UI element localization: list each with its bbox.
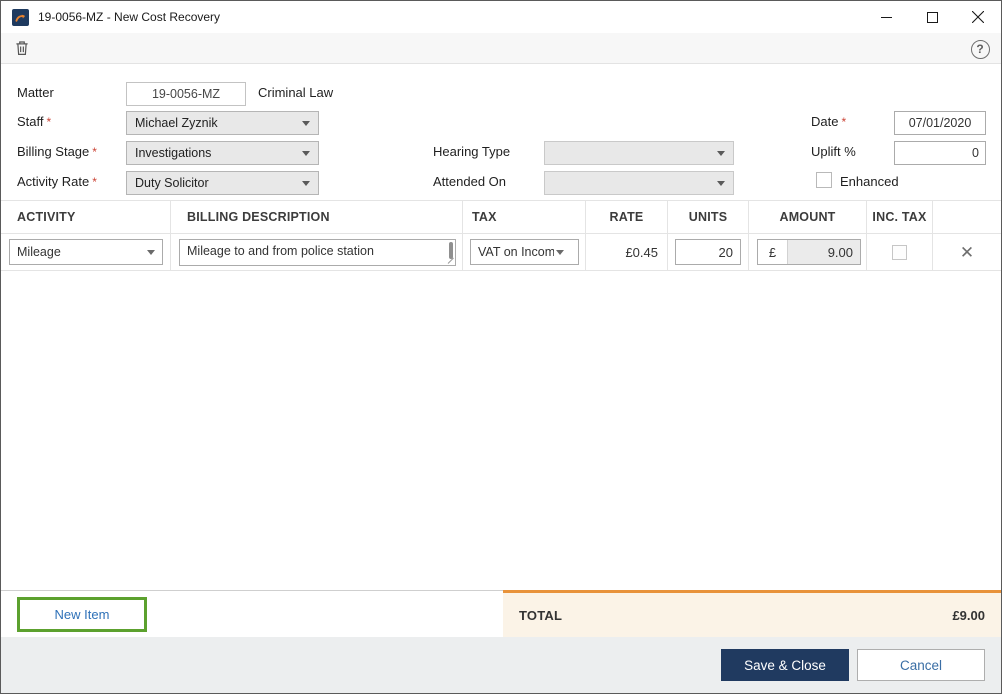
inc-tax-cell bbox=[867, 234, 933, 270]
activity-rate-label: Activity Rate * bbox=[17, 174, 97, 189]
chevron-down-icon bbox=[556, 249, 564, 255]
new-item-area: New Item bbox=[1, 590, 503, 637]
amount-field: £ bbox=[757, 239, 861, 265]
staff-label-text: Staff bbox=[17, 114, 44, 129]
header-actions bbox=[933, 201, 1001, 233]
header-inc-tax: INC. TAX bbox=[867, 201, 933, 233]
tax-dropdown[interactable]: VAT on Income bbox=[470, 239, 579, 265]
billing-stage-label-text: Billing Stage bbox=[17, 144, 90, 159]
footer-bar: Save & Close Cancel bbox=[1, 637, 1001, 693]
trash-icon bbox=[16, 41, 28, 55]
close-icon bbox=[972, 11, 984, 23]
activity-rate-label-text: Activity Rate bbox=[17, 174, 90, 189]
billing-description-field: Mileage to and from police station bbox=[179, 238, 456, 266]
staff-required-marker: * bbox=[46, 115, 52, 129]
chevron-down-icon bbox=[302, 180, 310, 186]
activity-dropdown[interactable]: Mileage bbox=[9, 239, 163, 265]
matter-input[interactable] bbox=[126, 82, 246, 106]
activity-rate-dropdown[interactable]: Duty Solicitor bbox=[126, 171, 319, 195]
attended-on-label: Attended On bbox=[433, 174, 506, 189]
minimize-icon bbox=[880, 16, 892, 18]
billing-stage-label: Billing Stage * bbox=[17, 144, 97, 159]
chevron-down-icon bbox=[147, 249, 155, 255]
hearing-type-label: Hearing Type bbox=[433, 144, 511, 159]
close-button[interactable] bbox=[955, 1, 1001, 33]
header-activity: ACTIVITY bbox=[1, 201, 171, 233]
date-required-marker: * bbox=[841, 115, 847, 129]
billing-stage-value: Investigations bbox=[135, 146, 212, 160]
form-area: Matter Criminal Law Staff* Michael Zyzni… bbox=[1, 64, 1001, 200]
window-title: 19-0056-MZ - New Cost Recovery bbox=[38, 10, 221, 24]
enhanced-checkbox[interactable] bbox=[816, 172, 832, 188]
date-input[interactable] bbox=[894, 111, 986, 135]
header-tax: TAX bbox=[463, 201, 586, 233]
activity-value: Mileage bbox=[17, 245, 61, 259]
staff-dropdown[interactable]: Michael Zyznik bbox=[126, 111, 319, 135]
dialog-window: 19-0056-MZ - New Cost Recovery ? Matter bbox=[0, 0, 1002, 694]
summary-row: New Item TOTAL £9.00 bbox=[1, 590, 1001, 637]
chevron-down-icon bbox=[717, 180, 725, 186]
header-rate: RATE bbox=[586, 201, 668, 233]
matter-type-label: Criminal Law bbox=[258, 85, 334, 100]
chevron-down-icon bbox=[302, 150, 310, 156]
maximize-button[interactable] bbox=[909, 1, 955, 33]
matter-label-text: Matter bbox=[17, 85, 54, 100]
billing-description-input[interactable]: Mileage to and from police station bbox=[180, 239, 455, 265]
staff-label: Staff * bbox=[17, 114, 51, 129]
currency-symbol: £ bbox=[758, 240, 788, 264]
chevron-down-icon bbox=[717, 150, 725, 156]
minimize-button[interactable] bbox=[863, 1, 909, 33]
delete-button[interactable] bbox=[7, 34, 37, 62]
amount-input[interactable] bbox=[788, 240, 860, 264]
total-value: £9.00 bbox=[952, 607, 985, 623]
date-label: Date * bbox=[811, 114, 846, 129]
activity-rate-required-marker: * bbox=[92, 175, 97, 189]
uplift-label: Uplift % bbox=[811, 144, 856, 159]
actions-cell: ✕ bbox=[933, 234, 1001, 270]
help-icon: ? bbox=[970, 39, 990, 59]
cancel-button[interactable]: Cancel bbox=[857, 649, 985, 681]
resize-grip-icon[interactable] bbox=[447, 257, 454, 264]
inc-tax-checkbox[interactable] bbox=[892, 244, 907, 260]
enhanced-label: Enhanced bbox=[840, 174, 899, 189]
save-and-close-button[interactable]: Save & Close bbox=[721, 649, 849, 681]
header-amount: AMOUNT bbox=[749, 201, 867, 233]
uplift-input[interactable] bbox=[894, 141, 986, 165]
matter-label: Matter bbox=[17, 85, 54, 100]
date-label-text: Date bbox=[811, 114, 839, 129]
tax-cell: VAT on Income bbox=[463, 234, 586, 270]
hearing-type-dropdown[interactable] bbox=[544, 141, 734, 165]
amount-cell: £ bbox=[749, 234, 867, 270]
units-cell bbox=[668, 234, 749, 270]
activity-rate-value: Duty Solicitor bbox=[135, 176, 209, 190]
toolbar: ? bbox=[1, 33, 1001, 64]
activity-cell: Mileage bbox=[1, 234, 171, 270]
header-billing-description: BILLING DESCRIPTION bbox=[171, 201, 463, 233]
title-bar: 19-0056-MZ - New Cost Recovery bbox=[1, 1, 1001, 33]
billing-stage-required-marker: * bbox=[92, 145, 97, 159]
help-button[interactable]: ? bbox=[969, 38, 991, 60]
new-item-button[interactable]: New Item bbox=[17, 596, 147, 632]
billing-description-cell: Mileage to and from police station bbox=[171, 234, 463, 270]
maximize-icon bbox=[926, 11, 938, 23]
attended-on-dropdown[interactable] bbox=[544, 171, 734, 195]
units-input[interactable] bbox=[675, 239, 741, 265]
delete-row-icon[interactable]: ✕ bbox=[960, 244, 974, 261]
items-table-header: ACTIVITY BILLING DESCRIPTION TAX RATE UN… bbox=[1, 200, 1001, 234]
rate-cell: £0.45 bbox=[586, 234, 668, 270]
total-label: TOTAL bbox=[519, 607, 563, 623]
chevron-down-icon bbox=[302, 120, 310, 126]
rate-value: £0.45 bbox=[625, 244, 658, 260]
staff-value: Michael Zyznik bbox=[135, 116, 218, 130]
header-units: UNITS bbox=[668, 201, 749, 233]
cost-item-row: Mileage Mileage to and from police stati… bbox=[1, 234, 1001, 271]
app-logo-icon bbox=[12, 8, 29, 26]
billing-stage-dropdown[interactable]: Investigations bbox=[126, 141, 319, 165]
total-bar: TOTAL £9.00 bbox=[503, 590, 1001, 637]
tax-value: VAT on Income bbox=[478, 245, 554, 259]
